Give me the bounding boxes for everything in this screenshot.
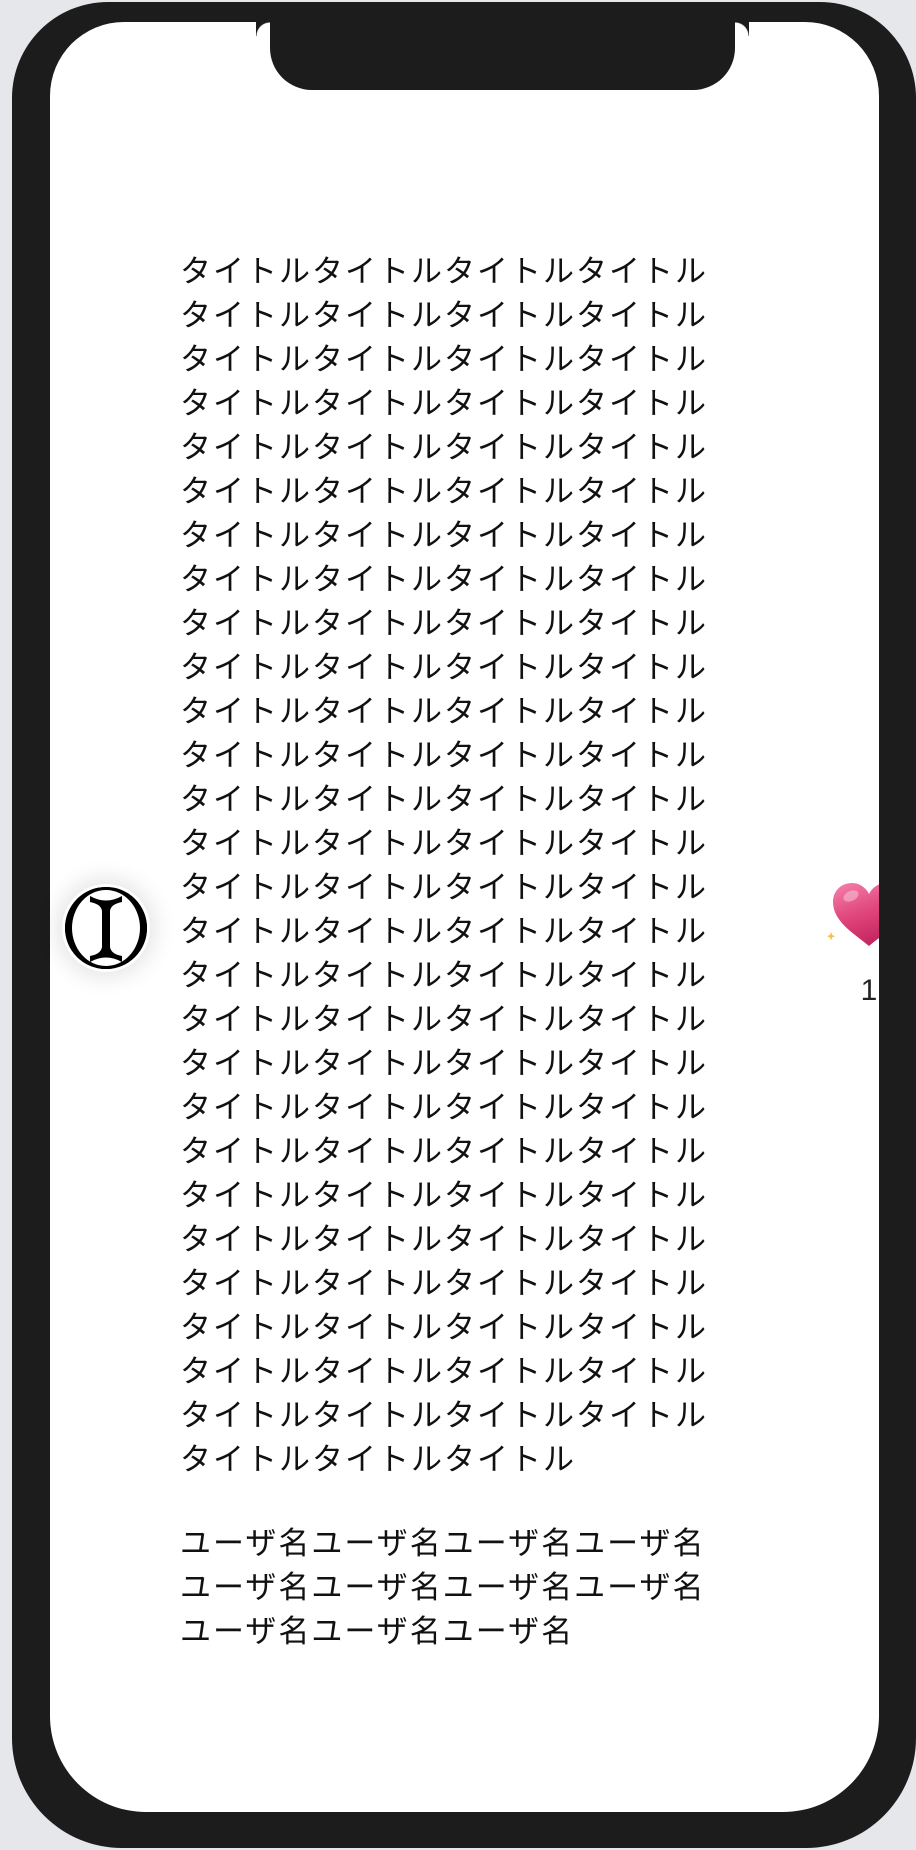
device-notch — [270, 22, 749, 90]
post-title: タイトルタイトルタイトルタイトルタイトルタイトルタイトルタイトルタイトルタイトル… — [180, 254, 708, 1478]
sparkling-heart-icon[interactable] — [826, 883, 879, 956]
i-beam-icon — [65, 887, 147, 969]
like-count: 1 — [860, 974, 878, 1007]
app-screen: タイトルタイトルタイトルタイトルタイトルタイトルタイトルタイトルタイトルタイトル… — [50, 22, 879, 1812]
like-button[interactable]: 1 — [826, 878, 879, 1008]
post-content: タイトルタイトルタイトルタイトルタイトルタイトルタイトルタイトルタイトルタイトル… — [180, 250, 712, 1654]
phone-frame: タイトルタイトルタイトルタイトルタイトルタイトルタイトルタイトルタイトルタイトル… — [12, 2, 916, 1848]
side-handle-inner — [65, 887, 147, 969]
side-handle-button[interactable] — [62, 884, 150, 972]
post-user-name[interactable]: ユーザ名ユーザ名ユーザ名ユーザ名ユーザ名ユーザ名ユーザ名ユーザ名ユーザ名ユーザ名… — [180, 1522, 712, 1654]
